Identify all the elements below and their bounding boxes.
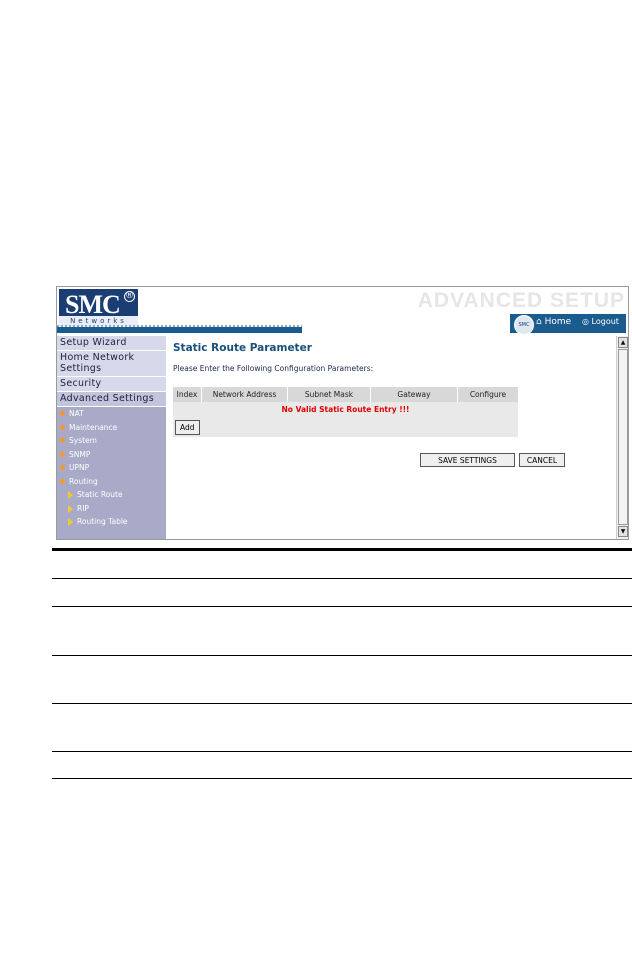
- sidebar-item-label: System: [69, 436, 97, 445]
- home-link[interactable]: ⌂ Home: [536, 317, 571, 327]
- column-header-configure: Configure: [457, 387, 518, 402]
- sidebar-item-security[interactable]: Security: [57, 377, 166, 392]
- add-button[interactable]: Add: [175, 419, 200, 435]
- bullet-icon: [60, 465, 65, 470]
- sidebar-item-maintenance[interactable]: Maintenance: [57, 421, 166, 435]
- table-rule: [52, 655, 632, 656]
- table-rule: [52, 703, 632, 704]
- bullet-icon: [60, 411, 65, 416]
- header-blue-bar: [57, 327, 302, 333]
- table-rule-bottom: [52, 778, 632, 779]
- column-header-network-address: Network Address: [201, 387, 288, 402]
- sidebar-item-setup-wizard[interactable]: Setup Wizard: [57, 336, 166, 351]
- table-row: No Valid Static Route Entry !!!: [173, 402, 518, 417]
- add-row-cell: Add: [173, 417, 518, 437]
- sidebar-item-label: RIP: [77, 503, 89, 513]
- table-rule: [52, 606, 632, 607]
- bullet-icon: [60, 451, 65, 457]
- save-settings-button[interactable]: SAVE SETTINGS: [420, 453, 515, 467]
- sidebar: Setup Wizard Home Network Settings Secur…: [57, 336, 166, 539]
- triangle-right-icon: [68, 518, 73, 526]
- sidebar-item-label: NAT: [69, 409, 84, 418]
- table-row-actions: Add: [173, 417, 518, 437]
- logout-link[interactable]: ◎ Logout: [582, 317, 619, 326]
- column-header-index: Index: [173, 387, 202, 402]
- sidebar-item-snmp[interactable]: SNMP: [57, 448, 166, 462]
- scroll-down-icon[interactable]: ▼: [618, 526, 628, 537]
- sidebar-item-label: Maintenance: [69, 422, 118, 432]
- sidebar-item-label: SNMP: [69, 449, 91, 459]
- table-rule: [52, 751, 632, 752]
- main-content: Static Route Parameter Please Enter the …: [166, 336, 616, 539]
- triangle-right-icon: [68, 504, 73, 513]
- vertical-scrollbar[interactable]: ▲ ▼: [616, 336, 628, 539]
- static-route-table: Index Network Address Subnet Mask Gatewa…: [173, 387, 518, 437]
- table-rule-top: [52, 548, 632, 551]
- sidebar-item-home-network-settings[interactable]: Home Network Settings: [57, 351, 166, 377]
- scroll-up-icon[interactable]: ▲: [618, 337, 628, 348]
- header: SMC ® Networks ADVANCED SETUP SMC ⌂ Home…: [57, 287, 628, 336]
- scrollbar-thumb[interactable]: [618, 349, 628, 525]
- empty-table-message: No Valid Static Route Entry !!!: [173, 402, 518, 417]
- bullet-icon: [60, 438, 65, 443]
- registered-icon: ®: [124, 291, 135, 302]
- column-header-gateway: Gateway: [370, 387, 458, 402]
- cancel-button[interactable]: CANCEL: [519, 453, 565, 467]
- sidebar-item-label: Routing: [69, 476, 98, 486]
- home-icon: ⌂: [536, 317, 542, 327]
- top-nav: SMC ⌂ Home ◎ Logout: [510, 314, 626, 335]
- page-banner-title: ADVANCED SETUP: [417, 289, 625, 312]
- instructions-text: Please Enter the Following Configuration…: [173, 364, 374, 373]
- sidebar-item-label: UPNP: [69, 463, 90, 472]
- smc-logo: SMC ® Networks: [59, 289, 138, 326]
- home-label: Home: [544, 317, 572, 327]
- sidebar-item-routing[interactable]: Routing: [57, 475, 166, 489]
- sidebar-item-nat[interactable]: NAT: [57, 407, 166, 421]
- logout-label: Logout: [591, 317, 619, 326]
- sidebar-item-static-route[interactable]: Static Route: [57, 488, 166, 502]
- column-header-subnet-mask: Subnet Mask: [287, 387, 371, 402]
- sidebar-item-label: Routing Table: [77, 517, 128, 526]
- bullet-icon: [60, 478, 65, 484]
- sidebar-item-advanced-settings[interactable]: Advanced Settings: [57, 392, 166, 407]
- bullet-icon: [60, 424, 65, 430]
- sidebar-item-system[interactable]: System: [57, 434, 166, 448]
- page-title: Static Route Parameter: [173, 342, 312, 354]
- table-header-row: Index Network Address Subnet Mask Gatewa…: [173, 387, 518, 402]
- sidebar-item-upnp[interactable]: UPNP: [57, 461, 166, 475]
- router-screenshot: SMC ® Networks ADVANCED SETUP SMC ⌂ Home…: [56, 286, 629, 540]
- table-rule: [52, 578, 632, 579]
- triangle-right-icon: [68, 491, 73, 499]
- sidebar-item-routing-table[interactable]: Routing Table: [57, 515, 166, 529]
- logout-icon: ◎: [582, 317, 589, 326]
- system-badge-icon: SMC: [514, 315, 534, 335]
- sidebar-item-rip[interactable]: RIP: [57, 502, 166, 516]
- sidebar-item-label: Static Route: [77, 490, 123, 499]
